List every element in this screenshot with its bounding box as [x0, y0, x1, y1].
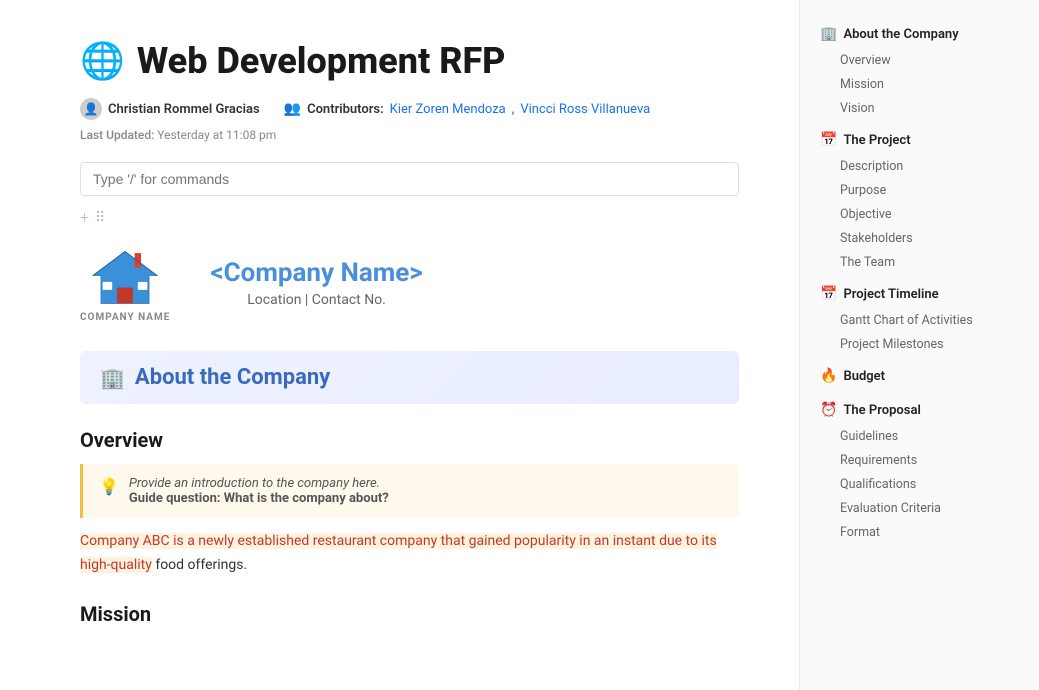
- last-updated-value: Yesterday at 11:08 pm: [157, 128, 276, 142]
- sidebar-project-icon: 📅: [820, 132, 837, 148]
- about-section-title: About the Company: [135, 365, 330, 390]
- contributors-label: Contributors:: [307, 102, 384, 117]
- contributors-icon: 👥: [284, 101, 301, 117]
- guide-callout-text: Provide an introduction to the company h…: [129, 476, 389, 506]
- company-card: COMPANY NAME <Company Name> Location | C…: [80, 243, 739, 323]
- callout-line2: Guide question: What is the company abou…: [129, 491, 389, 506]
- sidebar-timeline-icon: 📅: [820, 286, 837, 302]
- sidebar-project-title: The Project: [843, 133, 910, 148]
- sidebar-section-about-header[interactable]: 🏢 About the Company: [804, 20, 1035, 48]
- sidebar-section-project: 📅 The Project Description Purpose Object…: [800, 126, 1039, 274]
- sidebar-item-vision[interactable]: Vision: [804, 97, 1035, 120]
- mission-section: Mission: [80, 602, 739, 626]
- sidebar-section-project-header[interactable]: 📅 The Project: [804, 126, 1035, 154]
- sidebar-section-budget: 🔥 Budget: [800, 362, 1039, 390]
- sidebar-item-guidelines[interactable]: Guidelines: [804, 425, 1035, 448]
- last-updated-label: Last Updated:: [80, 128, 154, 142]
- sidebar-section-proposal: ⏰ The Proposal Guidelines Requirements Q…: [800, 396, 1039, 544]
- sidebar-item-evaluation[interactable]: Evaluation Criteria: [804, 497, 1035, 520]
- sidebar-about-title: About the Company: [843, 27, 958, 42]
- sidebar-item-format[interactable]: Format: [804, 521, 1035, 544]
- company-name: <Company Name>: [210, 258, 422, 288]
- guide-callout: 💡 Provide an introduction to the company…: [80, 464, 739, 518]
- about-section-header: 🏢 About the Company: [80, 351, 739, 404]
- overview-title: Overview: [80, 428, 739, 452]
- sidebar-proposal-icon: ⏰: [820, 402, 837, 418]
- command-input[interactable]: [80, 162, 739, 196]
- meta-contributors: 👥 Contributors: Kier Zoren Mendoza, Vinc…: [284, 101, 651, 117]
- command-input-row: [80, 162, 739, 196]
- company-logo-area: COMPANY NAME: [80, 243, 170, 323]
- sidebar-item-overview[interactable]: Overview: [804, 49, 1035, 72]
- page-title-icon: 🌐: [80, 40, 125, 82]
- sidebar-item-objective[interactable]: Objective: [804, 203, 1035, 226]
- sidebar-section-proposal-header[interactable]: ⏰ The Proposal: [804, 396, 1035, 424]
- overview-section: Overview 💡 Provide an introduction to th…: [80, 428, 739, 578]
- sidebar-section-budget-header[interactable]: 🔥 Budget: [804, 362, 1035, 390]
- callout-line1: Provide an introduction to the company h…: [129, 476, 389, 491]
- sidebar-budget-icon: 🔥: [820, 368, 837, 384]
- sidebar-timeline-title: Project Timeline: [843, 287, 938, 302]
- page-title: Web Development RFP: [137, 40, 506, 82]
- sidebar-proposal-title: The Proposal: [843, 403, 920, 418]
- last-updated-row: Last Updated: Yesterday at 11:08 pm: [80, 128, 739, 142]
- page-title-row: 🌐 Web Development RFP: [80, 40, 739, 82]
- avatar: 👤: [80, 98, 102, 120]
- company-info: <Company Name> Location | Contact No.: [210, 258, 422, 308]
- mission-title: Mission: [80, 602, 739, 626]
- sidebar-section-about: 🏢 About the Company Overview Mission Vis…: [800, 20, 1039, 120]
- main-content: 🌐 Web Development RFP 👤 Christian Rommel…: [0, 0, 799, 690]
- sidebar-item-the-team[interactable]: The Team: [804, 251, 1035, 274]
- sidebar-section-timeline: 📅 Project Timeline Gantt Chart of Activi…: [800, 280, 1039, 356]
- add-drag-row[interactable]: + ⠿: [80, 208, 739, 227]
- sidebar-item-mission[interactable]: Mission: [804, 73, 1035, 96]
- author-name: Christian Rommel Gracias: [108, 102, 260, 117]
- sidebar-about-icon: 🏢: [820, 26, 837, 42]
- sidebar-item-purpose[interactable]: Purpose: [804, 179, 1035, 202]
- meta-author: 👤 Christian Rommel Gracias: [80, 98, 260, 120]
- company-location: Location | Contact No.: [247, 292, 386, 308]
- company-logo-label: COMPANY NAME: [80, 312, 170, 323]
- overview-text-normal: food offerings.: [152, 557, 247, 573]
- about-section-icon: 🏢: [100, 366, 125, 390]
- company-logo-svg: [85, 243, 165, 308]
- sidebar-budget-title: Budget: [843, 369, 885, 384]
- meta-row: 👤 Christian Rommel Gracias 👥 Contributor…: [80, 98, 739, 120]
- callout-bulb-icon: 💡: [99, 477, 119, 496]
- sidebar-item-description[interactable]: Description: [804, 155, 1035, 178]
- sidebar-item-milestones[interactable]: Project Milestones: [804, 333, 1035, 356]
- overview-body: Company ABC is a newly established resta…: [80, 530, 739, 578]
- sidebar-item-gantt[interactable]: Gantt Chart of Activities: [804, 309, 1035, 332]
- drag-icon: ⠿: [95, 210, 105, 226]
- add-button[interactable]: +: [80, 208, 89, 227]
- contributor-2[interactable]: Vincci Ross Villanueva: [520, 102, 650, 117]
- sidebar-section-timeline-header[interactable]: 📅 Project Timeline: [804, 280, 1035, 308]
- sidebar-item-qualifications[interactable]: Qualifications: [804, 473, 1035, 496]
- sidebar-item-stakeholders[interactable]: Stakeholders: [804, 227, 1035, 250]
- sidebar-item-requirements[interactable]: Requirements: [804, 449, 1035, 472]
- contributor-1[interactable]: Kier Zoren Mendoza: [390, 102, 506, 117]
- sidebar: 🏢 About the Company Overview Mission Vis…: [799, 0, 1039, 690]
- contributor-separator: ,: [512, 102, 515, 117]
